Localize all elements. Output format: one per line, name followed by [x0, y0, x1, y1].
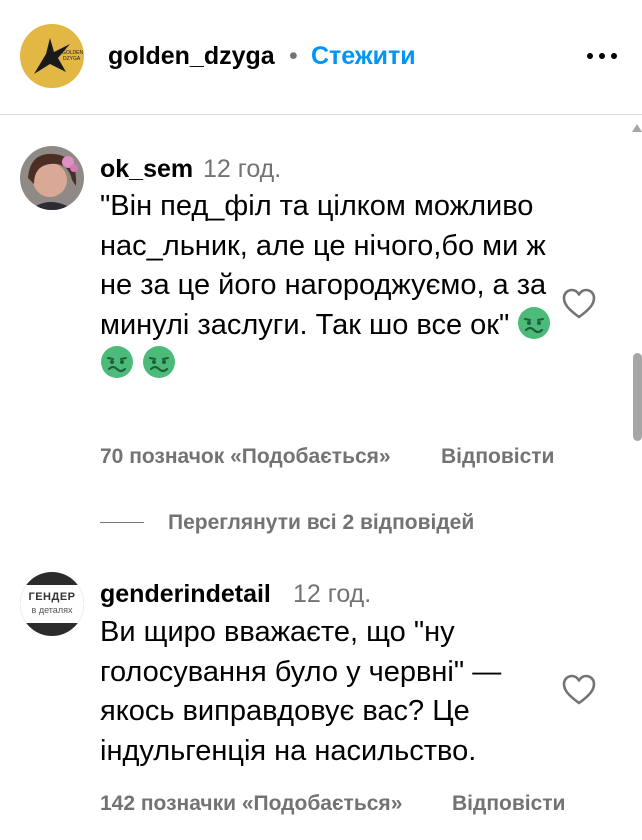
- comment-timestamp[interactable]: 12 год.: [203, 155, 281, 184]
- follow-button[interactable]: Стежити: [311, 42, 416, 71]
- post-header: GOLDEN DZYGA golden_dzyga • Стежити: [0, 0, 642, 115]
- post-author-username[interactable]: golden_dzyga: [108, 42, 275, 71]
- comment-text: "Він пед_філ та цілком можливо нас_льник…: [100, 187, 560, 385]
- comment-username[interactable]: genderindetail: [100, 580, 271, 609]
- separator-dot: •: [289, 42, 298, 70]
- comment-timestamp[interactable]: 12 год.: [293, 580, 371, 609]
- view-replies-button[interactable]: Переглянути всі 2 відповідей: [168, 511, 474, 535]
- svg-text:DZYGA: DZYGA: [63, 56, 81, 62]
- scrollbar[interactable]: [630, 120, 642, 840]
- avatar[interactable]: ГЕНДЕР в деталях: [20, 572, 84, 636]
- heart-outline-icon[interactable]: [562, 674, 596, 706]
- nauseated-face-emoji: [100, 345, 134, 379]
- reply-button[interactable]: Відповісти: [452, 792, 565, 816]
- comment-text: Ви щиро вважаєте, що "ну голосування бул…: [100, 616, 502, 767]
- scroll-up-arrow-icon[interactable]: [632, 124, 642, 132]
- heart-outline-icon[interactable]: [562, 288, 596, 320]
- like-count[interactable]: 70 позначок «Подобається»: [100, 445, 391, 469]
- like-count[interactable]: 142 позначки «Подобається»: [100, 792, 402, 816]
- replies-divider: [100, 522, 144, 523]
- nauseated-face-emoji: [517, 306, 551, 340]
- reply-button[interactable]: Відповісти: [441, 445, 554, 469]
- comment-username[interactable]: ok_sem: [100, 155, 193, 184]
- comment-text-content: "Він пед_філ та цілком можливо нас_льник…: [100, 190, 547, 341]
- avatar-logo-text: ГЕНДЕР: [28, 591, 76, 603]
- scrollbar-thumb[interactable]: [633, 353, 642, 441]
- more-options-icon[interactable]: [584, 40, 620, 70]
- nauseated-face-emoji: [142, 345, 176, 379]
- avatar[interactable]: [20, 146, 84, 210]
- golden-dzyga-logo-icon[interactable]: GOLDEN DZYGA: [20, 24, 84, 88]
- avatar-logo-subtext: в деталях: [31, 605, 73, 615]
- gender-logo-plate: ГЕНДЕР в деталях: [20, 585, 84, 623]
